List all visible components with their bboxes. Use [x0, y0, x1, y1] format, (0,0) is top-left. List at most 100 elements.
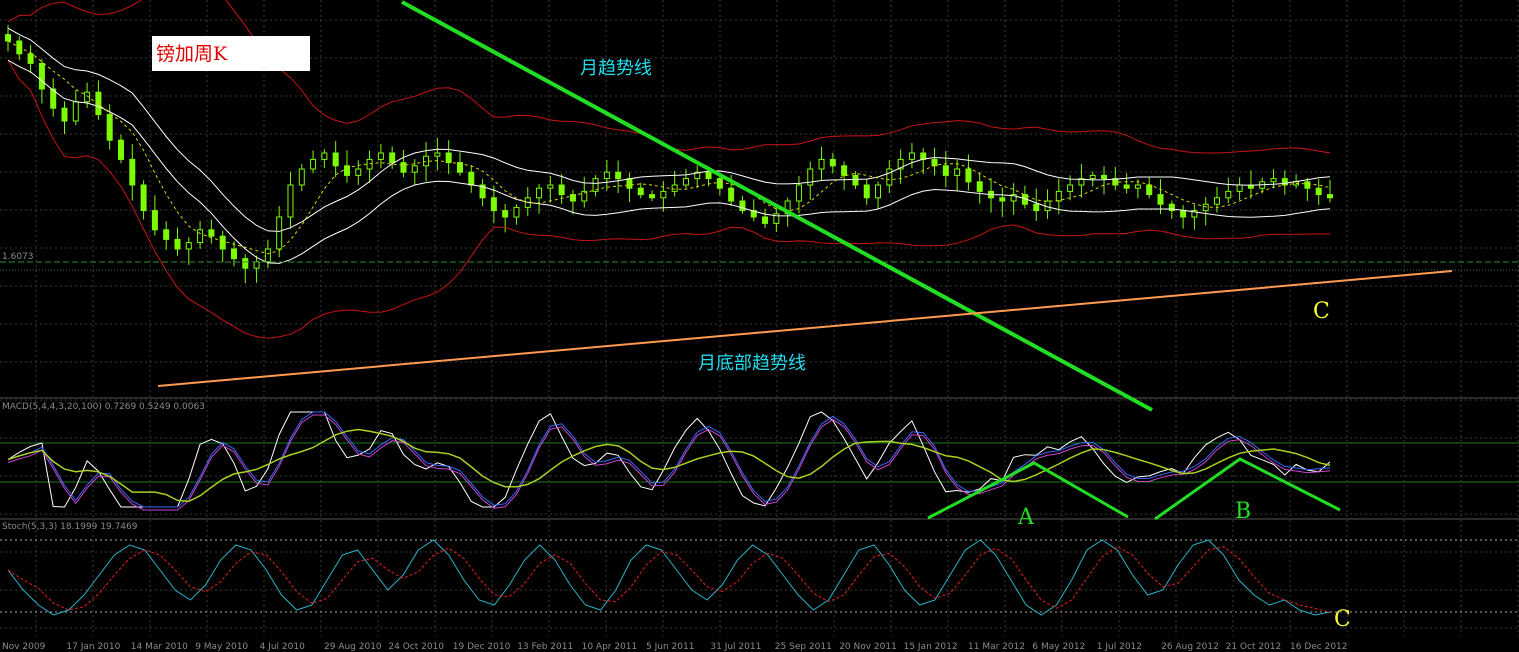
candle-body	[174, 238, 181, 250]
candle-body	[264, 248, 271, 263]
candle-body	[637, 187, 644, 196]
candle-body	[649, 194, 656, 199]
candle-body	[615, 171, 622, 180]
candle-body	[1134, 184, 1141, 189]
candle-body	[999, 197, 1006, 202]
candle-body	[1304, 181, 1311, 189]
bollinger-lower	[7, 59, 1331, 339]
candle-body	[106, 114, 113, 141]
candle-body	[762, 216, 769, 224]
stoch-main-line	[7, 539, 1331, 616]
candle-body	[852, 174, 859, 186]
monthly-trendline-label: 月趋势线	[580, 58, 652, 79]
x-tick-label: Nov 2009	[2, 642, 46, 652]
candle-body	[377, 152, 384, 160]
candle-body	[1270, 178, 1277, 183]
candle-body	[1236, 184, 1243, 192]
candle-body	[513, 206, 520, 218]
stoch-label: Stoch(5,3,3) 18.1999 19.7469	[2, 522, 138, 532]
x-tick-label: 17 Jan 2010	[66, 642, 120, 652]
candle-body	[230, 248, 237, 260]
x-tick-label: 21 Oct 2012	[1226, 642, 1282, 652]
candle-body	[310, 158, 317, 170]
candle-body	[185, 242, 192, 250]
candle-body	[818, 158, 825, 170]
candle-body	[1214, 197, 1221, 205]
candle-body	[547, 184, 554, 189]
x-tick-label: 14 Mar 2010	[131, 642, 188, 652]
candle-body	[1089, 174, 1096, 180]
x-tick-label: 25 Sep 2011	[775, 642, 832, 652]
label-a: A	[1017, 505, 1035, 530]
candle-body	[1055, 190, 1062, 202]
candle-body	[253, 261, 260, 269]
candle-body	[490, 197, 497, 212]
candle-body	[321, 152, 328, 160]
candle-body	[942, 165, 949, 176]
candle-body	[61, 107, 68, 122]
candle-body	[276, 216, 283, 250]
candle-body	[660, 190, 667, 199]
candle-body	[208, 229, 215, 237]
chart-title: 镑加周K	[156, 43, 228, 65]
candle-body	[1281, 178, 1288, 186]
candle-body	[400, 162, 407, 173]
candle-body	[1225, 190, 1232, 199]
candle-body	[671, 184, 678, 192]
x-tick-label: 1 Jul 2012	[1097, 642, 1142, 652]
candle-body	[795, 184, 802, 202]
candle-body	[468, 171, 475, 186]
x-tick-label: 6 May 2012	[1032, 642, 1085, 652]
x-tick-label: 24 Oct 2010	[388, 642, 444, 652]
monthly-bottom-trendline-label: 月底部趋势线	[698, 353, 806, 374]
x-tick-label: 15 Jan 2012	[904, 642, 958, 652]
candle-body	[1067, 184, 1074, 192]
chart-title-box: 镑加周K	[152, 36, 310, 71]
candle-body	[1315, 187, 1322, 196]
candle-body	[5, 34, 11, 42]
candle-body	[705, 171, 712, 180]
label-c-stoch: C	[1334, 607, 1351, 632]
candle-body	[875, 184, 882, 199]
candle-body	[332, 152, 339, 167]
x-tick-label: 13 Feb 2011	[517, 642, 573, 652]
candle-body	[117, 139, 124, 160]
candle-body	[536, 187, 543, 199]
x-tick-label: 5 Jun 2011	[646, 642, 694, 652]
candle-body	[558, 184, 565, 196]
candle-body	[445, 152, 452, 164]
candle-body	[72, 101, 79, 122]
candle-body	[411, 165, 418, 173]
candle-body	[1180, 210, 1187, 218]
candle-body	[1101, 174, 1108, 180]
osc-line-white	[7, 411, 1331, 508]
candle-body	[1327, 194, 1333, 199]
candle-body	[829, 158, 836, 167]
price-chart: 1.6073 月趋势线月底部趋势线 C MACD(5,4,4,3,20,100) 0.…	[0, 0, 1519, 652]
label-c-price: C	[1313, 299, 1330, 324]
candle-body	[129, 158, 136, 186]
candle-body	[287, 184, 294, 218]
candle-body	[197, 229, 204, 244]
x-tick-label: 19 Dec 2010	[453, 642, 511, 652]
candle-body	[298, 168, 305, 186]
candle-body	[841, 165, 848, 176]
x-tick-label: 16 Dec 2012	[1290, 642, 1348, 652]
candle-body	[682, 178, 689, 186]
candle-body	[603, 171, 610, 180]
candle-body	[1146, 184, 1153, 196]
osc-line-magenta	[7, 414, 1331, 511]
stoch-signal-line	[7, 546, 1331, 613]
candle-body	[38, 62, 45, 90]
x-tick-label: 9 May 2010	[195, 642, 248, 652]
candle-body	[728, 187, 735, 202]
candle-body	[242, 258, 249, 269]
candle-body	[739, 200, 746, 212]
candle-body	[502, 210, 509, 218]
candle-body	[140, 184, 147, 212]
x-tick-label: 31 Jul 2011	[710, 642, 761, 652]
label-b: B	[1235, 499, 1251, 524]
price-level-label: 1.6073	[2, 252, 34, 262]
candle-body	[626, 178, 633, 189]
x-tick-label: 11 Mar 2012	[968, 642, 1025, 652]
